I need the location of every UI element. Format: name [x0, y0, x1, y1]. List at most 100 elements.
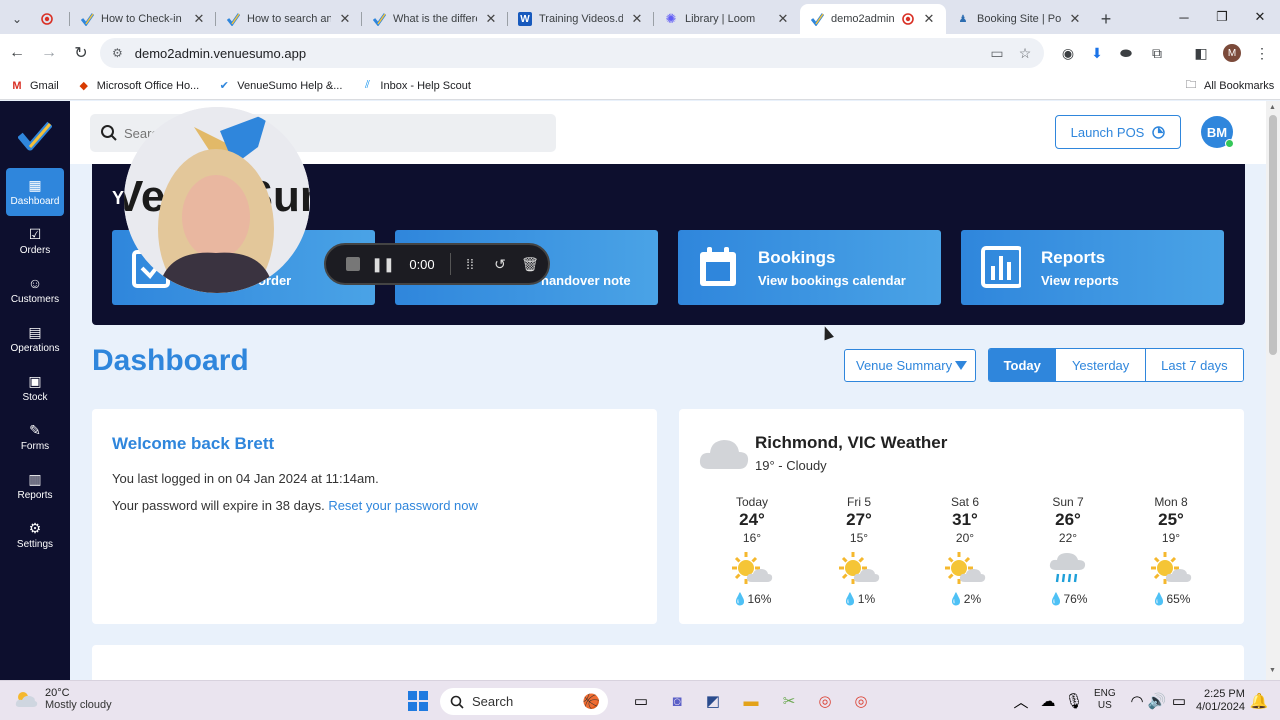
address-bar[interactable]: ⚙ demo2admin.venuesumo.app ▭ ☆: [100, 38, 1044, 68]
tab-3[interactable]: W Training Videos.doc ✕: [508, 4, 654, 34]
file-explorer-icon[interactable]: ▬: [738, 689, 764, 713]
tab-6[interactable]: ♟ Booking Site | Powe ✕: [946, 4, 1092, 34]
sidebar-item-operations[interactable]: ▤ Operations: [6, 315, 64, 363]
back-icon[interactable]: ←: [2, 38, 32, 68]
venue-summary-select[interactable]: Venue Summary: [844, 349, 976, 382]
bookmark-venuesumo-help[interactable]: ✔ VenueSumo Help &...: [217, 79, 343, 93]
settings-icon: ⚙: [28, 519, 42, 536]
taskbar-clock[interactable]: 2:25 PM 4/01/2024: [1196, 688, 1245, 714]
restart-icon[interactable]: ↺: [485, 256, 515, 273]
bookmark-helpscout[interactable]: ⫽ Inbox - Help Scout: [360, 79, 471, 92]
tab-close-icon[interactable]: ✕: [1068, 11, 1082, 27]
bookmark-office[interactable]: ◆ Microsoft Office Ho...: [77, 79, 200, 93]
tab-2[interactable]: What is the differen ✕: [362, 4, 508, 34]
tab-close-icon[interactable]: ✕: [484, 11, 498, 27]
new-tab-icon[interactable]: +: [1092, 4, 1120, 34]
side-panel-icon[interactable]: ◧: [1188, 38, 1214, 68]
tab-close-icon[interactable]: ✕: [630, 11, 644, 27]
tab-5[interactable]: demo2admin.ve ✕: [800, 4, 946, 34]
extension-icon[interactable]: ⬬: [1113, 38, 1139, 68]
last-login-text: You last logged in on 04 Jan 2024 at 11:…: [112, 471, 379, 486]
recording-tab[interactable]: [34, 4, 70, 34]
sidebar-item-stock[interactable]: ▣ Stock: [6, 364, 64, 412]
rain-cloud-icon: [1049, 553, 1086, 583]
task-view-icon[interactable]: ▭: [628, 689, 654, 713]
browser-menu-icon[interactable]: ⋮: [1249, 38, 1275, 68]
sidebar-item-reports[interactable]: ▥ Reports: [6, 462, 64, 510]
office-icon: ◆: [79, 80, 88, 92]
battery-icon[interactable]: ▭: [1166, 689, 1192, 713]
pause-icon[interactable]: ❚❚: [368, 256, 398, 273]
range-last-7-days-button[interactable]: Last 7 days: [1145, 349, 1243, 381]
loom-icon: ✺: [665, 11, 677, 26]
loom-camera-bubble[interactable]: VenueSum: [124, 107, 310, 293]
page-title: Dashboard: [92, 344, 249, 377]
notification-bell-icon[interactable]: 🔔: [1246, 689, 1272, 713]
range-today-button[interactable]: Today: [989, 349, 1057, 381]
chrome-profile-icon[interactable]: ◎: [812, 689, 838, 713]
teams-icon[interactable]: ◙: [664, 689, 690, 713]
tab-close-icon[interactable]: ✕: [922, 11, 936, 27]
raindrop-icon: 💧: [842, 592, 858, 606]
tab-close-icon[interactable]: ✕: [192, 11, 206, 27]
cloud-icon: [699, 440, 749, 469]
app-icon[interactable]: ◩: [700, 689, 726, 713]
windows-start-icon[interactable]: [405, 689, 431, 713]
tab-0[interactable]: How to Check-in gu ✕: [70, 4, 216, 34]
delete-recording-icon[interactable]: 🗑: [515, 256, 545, 273]
tab-search-menu-icon[interactable]: ⌄: [0, 4, 34, 34]
taskbar-search[interactable]: Search 🏀: [440, 688, 608, 715]
download-icon[interactable]: ⬇: [1084, 38, 1110, 68]
bookmark-star-icon[interactable]: ☆: [1012, 38, 1038, 68]
maximize-icon[interactable]: ❐: [1204, 0, 1240, 34]
browser-tab-strip: ⌄ How to Check-in gu ✕ How to search and…: [0, 0, 1280, 34]
quick-card-reports[interactable]: Reports View reports: [961, 230, 1224, 305]
extension-translate-icon[interactable]: ◉: [1055, 38, 1081, 68]
all-bookmarks-button[interactable]: 🗀 All Bookmarks: [1184, 76, 1275, 95]
forecast-low: 16°: [742, 531, 762, 545]
reset-password-link[interactable]: Reset your password now: [328, 498, 478, 513]
mouse-cursor-icon: [820, 324, 834, 341]
stop-recording-icon[interactable]: [338, 257, 368, 271]
helpscout-icon: ⫽: [364, 79, 370, 91]
sidebar-item-orders[interactable]: ☑ Orders: [6, 217, 64, 265]
minimize-icon[interactable]: ─: [1166, 0, 1202, 34]
sidebar-item-customers[interactable]: ☺ Customers: [6, 266, 64, 314]
venuesumo-icon: [80, 12, 94, 26]
sidebar-item-settings[interactable]: ⚙ Settings: [6, 511, 64, 559]
forward-icon[interactable]: →: [34, 38, 64, 68]
scroll-up-icon[interactable]: ▲: [1269, 104, 1276, 111]
raindrop-icon: 💧: [1151, 592, 1167, 606]
chrome-icon[interactable]: ◎: [848, 689, 874, 713]
quick-card-bookings[interactable]: Bookings View bookings calendar: [678, 230, 941, 305]
user-avatar[interactable]: BM: [1201, 116, 1234, 148]
bookmark-gmail[interactable]: M Gmail: [10, 80, 58, 92]
microphone-icon[interactable]: 🎙: [1061, 689, 1087, 713]
tab-title: How to Check-in gu: [101, 13, 185, 25]
show-hidden-icons-icon[interactable]: ︿: [1008, 689, 1034, 713]
onedrive-icon[interactable]: ☁: [1035, 689, 1061, 713]
launch-pos-button[interactable]: Launch POS: [1055, 115, 1181, 149]
reload-icon[interactable]: ↻: [66, 38, 96, 68]
language-indicator[interactable]: ENG US: [1094, 688, 1116, 712]
drag-handle-icon[interactable]: ⁞⁞: [455, 256, 485, 272]
snipping-icon[interactable]: ✂: [776, 689, 802, 713]
window-close-icon[interactable]: ✕: [1242, 0, 1278, 34]
tab-close-icon[interactable]: ✕: [776, 11, 790, 27]
sidebar-item-dashboard[interactable]: ▦ Dashboard: [6, 168, 64, 216]
tab-4[interactable]: ✺ Library | Loom ✕: [654, 4, 800, 34]
profile-icon[interactable]: M: [1219, 38, 1245, 68]
camera-icon[interactable]: ▭: [984, 38, 1010, 68]
extensions-puzzle-icon[interactable]: ⧉: [1144, 38, 1170, 68]
sidebar-item-forms[interactable]: ✎ Forms: [6, 413, 64, 461]
scroll-thumb[interactable]: [1269, 115, 1277, 355]
site-info-icon[interactable]: ⚙: [112, 46, 123, 60]
range-yesterday-button[interactable]: Yesterday: [1056, 349, 1146, 381]
page-scrollbar[interactable]: ▲ ▼: [1266, 101, 1280, 680]
taskbar-weather-widget[interactable]: 20°C Mostly cloudy: [14, 687, 112, 711]
scroll-down-icon[interactable]: ▼: [1269, 667, 1276, 674]
tab-close-icon[interactable]: ✕: [338, 11, 352, 27]
forecast-day: Fri 5 27° 15° 💧1%: [819, 495, 899, 606]
clock-icon: [1152, 125, 1166, 139]
tab-1[interactable]: How to search and ✕: [216, 4, 362, 34]
